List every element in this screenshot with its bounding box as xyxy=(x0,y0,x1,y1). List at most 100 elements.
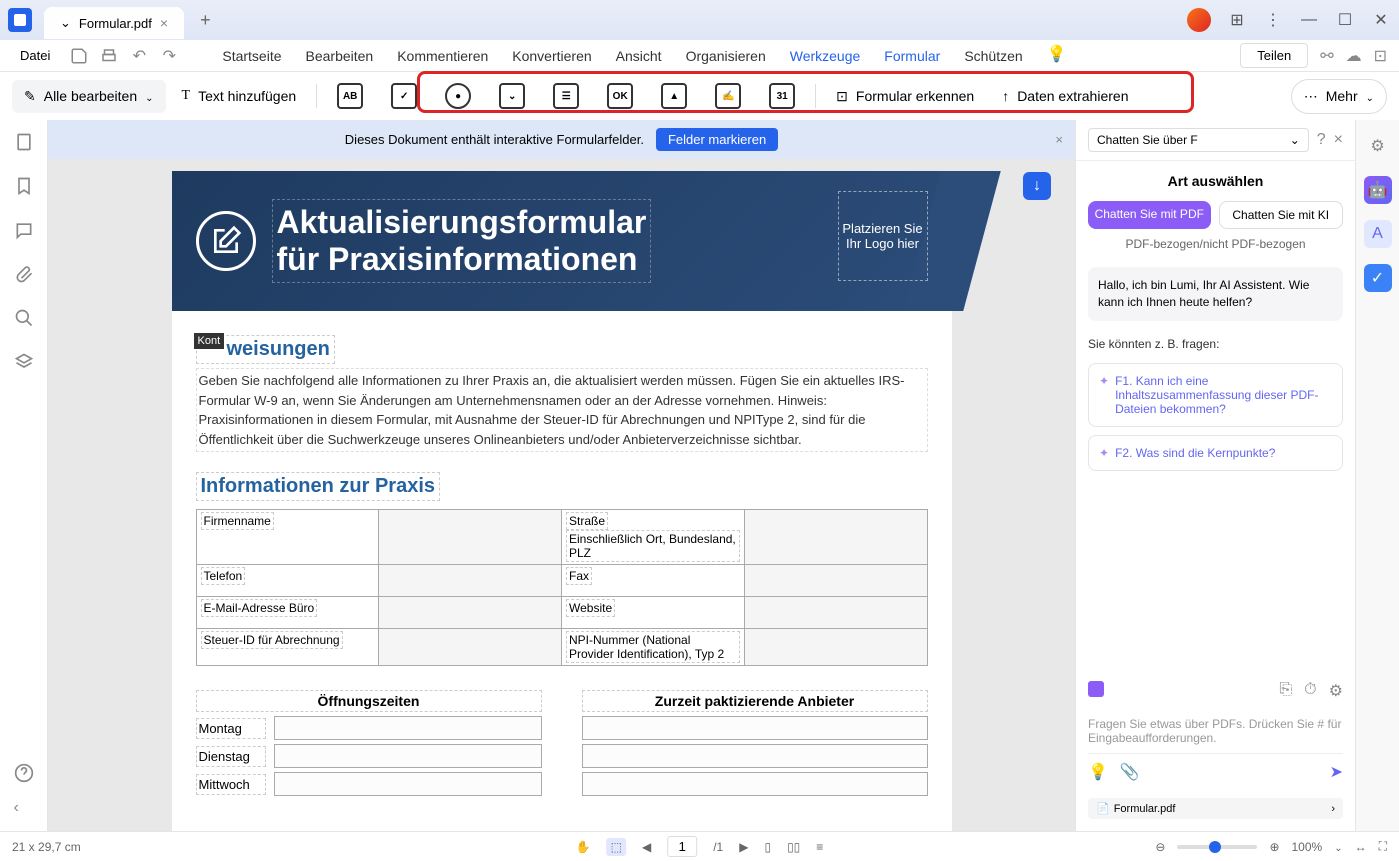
document-tab[interactable]: ⌄ Formular.pdf × xyxy=(44,7,184,39)
save-icon[interactable] xyxy=(70,47,88,65)
attach-icon[interactable]: 📎 xyxy=(1120,762,1140,782)
checkbox-tool[interactable]: ✓ xyxy=(379,75,429,117)
dropdown-tool[interactable]: ⌄ xyxy=(487,75,537,117)
input-tuesday[interactable] xyxy=(274,744,542,768)
input-taxid[interactable] xyxy=(379,629,562,666)
input-website[interactable] xyxy=(744,597,927,629)
tab-werkzeuge[interactable]: Werkzeuge xyxy=(790,44,861,68)
edit-all-button[interactable]: ✎ Alle bearbeiten xyxy=(12,80,166,113)
extract-data-button[interactable]: ↑ Daten extrahieren xyxy=(990,80,1140,112)
zoom-out-icon[interactable]: ⊖ xyxy=(1155,840,1165,854)
panel-close-icon[interactable]: × xyxy=(1334,131,1343,149)
view-continuous-icon[interactable]: ≡ xyxy=(816,840,823,854)
tab-startseite[interactable]: Startseite xyxy=(222,44,281,68)
share-button[interactable]: Teilen xyxy=(1240,43,1308,68)
tab-konvertieren[interactable]: Konvertieren xyxy=(512,44,591,68)
footer-icon-1[interactable] xyxy=(1088,681,1104,697)
expand-icon[interactable]: ⊡ xyxy=(1374,46,1387,66)
collapse-icon[interactable]: ‹ xyxy=(14,799,34,819)
zoom-in-icon[interactable]: ⊕ xyxy=(1269,840,1279,854)
ai-robot-icon[interactable]: 🤖 xyxy=(1364,176,1392,204)
tab-schuetzen[interactable]: Schützen xyxy=(964,44,1022,68)
suggestion-2[interactable]: F2. Was sind die Kernpunkte? xyxy=(1088,435,1343,471)
bookmarks-icon[interactable] xyxy=(14,176,34,196)
settings-icon[interactable]: ⚙ xyxy=(1329,681,1343,701)
suggestion-1[interactable]: F1. Kann ich eine Inhaltszusammenfassung… xyxy=(1088,363,1343,427)
cloud-icon[interactable]: ☁ xyxy=(1346,46,1362,66)
minimize-icon[interactable]: — xyxy=(1299,10,1319,30)
mark-fields-button[interactable]: Felder markieren xyxy=(656,128,778,151)
radio-tool[interactable]: ● xyxy=(433,75,483,117)
panel-toggle-icon[interactable]: ⊞ xyxy=(1227,10,1247,30)
maximize-icon[interactable]: ☐ xyxy=(1335,10,1355,30)
info-close-icon[interactable]: × xyxy=(1055,132,1063,147)
input-provider-1[interactable] xyxy=(582,716,928,740)
more-button[interactable]: ⋯ Mehr xyxy=(1291,79,1387,114)
redo-icon[interactable]: ↷ xyxy=(160,47,178,65)
close-icon[interactable]: ✕ xyxy=(1371,10,1391,30)
view-single-icon[interactable]: ▯ xyxy=(764,840,771,854)
history-icon[interactable]: ⏱ xyxy=(1304,681,1316,701)
tab-formular[interactable]: Formular xyxy=(884,44,940,68)
fit-width-icon[interactable]: ↔ xyxy=(1355,840,1367,854)
tab-ansicht[interactable]: Ansicht xyxy=(616,44,662,68)
next-page-icon[interactable]: ▶ xyxy=(739,840,748,854)
attachments-icon[interactable] xyxy=(14,264,34,284)
chat-with-pdf-tab[interactable]: Chatten Sie mit PDF xyxy=(1088,201,1211,229)
lightbulb-icon[interactable]: 💡 xyxy=(1047,44,1067,68)
add-text-button[interactable]: T Text hinzufügen xyxy=(170,80,309,112)
chat-input[interactable]: Fragen Sie etwas über PDFs. Drücken Sie … xyxy=(1088,709,1343,753)
user-avatar[interactable] xyxy=(1187,8,1211,32)
view-double-icon[interactable]: ▯▯ xyxy=(787,840,800,854)
layers-icon[interactable] xyxy=(14,352,34,372)
comments-icon[interactable] xyxy=(14,220,34,240)
input-npi[interactable] xyxy=(744,629,927,666)
tab-close-icon[interactable]: × xyxy=(160,15,168,31)
signature-tool[interactable]: ✍ xyxy=(703,75,753,117)
input-monday[interactable] xyxy=(274,716,542,740)
zoom-dropdown-icon[interactable] xyxy=(1334,840,1342,854)
attached-file-tag[interactable]: 📄 Formular.pdf › xyxy=(1088,798,1343,819)
button-tool[interactable]: OK xyxy=(595,75,645,117)
input-provider-2[interactable] xyxy=(582,744,928,768)
search-icon[interactable] xyxy=(14,308,34,328)
tab-kommentieren[interactable]: Kommentieren xyxy=(397,44,488,68)
print-icon[interactable] xyxy=(100,47,118,65)
help-icon[interactable]: ? xyxy=(1317,131,1326,149)
check-icon[interactable]: ✓ xyxy=(1364,264,1392,292)
sliders-icon[interactable]: ⚙ xyxy=(1364,132,1392,160)
recognize-form-button[interactable]: ⊡ Formular erkennen xyxy=(824,80,986,113)
textfield-tool[interactable]: AB xyxy=(325,75,375,117)
image-tool[interactable]: ▲ xyxy=(649,75,699,117)
input-fax[interactable] xyxy=(744,565,927,597)
input-email[interactable] xyxy=(379,597,562,629)
translate-icon[interactable]: A xyxy=(1364,220,1392,248)
date-tool[interactable]: 31 xyxy=(757,75,807,117)
logo-placeholder[interactable]: Platzieren Sie Ihr Logo hier xyxy=(838,191,928,281)
copy-icon[interactable]: ⎘ xyxy=(1279,681,1292,701)
new-tab-button[interactable]: + xyxy=(192,10,219,31)
input-street[interactable] xyxy=(744,510,927,565)
input-company[interactable] xyxy=(379,510,562,565)
page-number-input[interactable] xyxy=(667,836,697,857)
app-logo-icon[interactable] xyxy=(8,8,32,32)
prev-page-icon[interactable]: ◀ xyxy=(642,840,651,854)
input-wednesday[interactable] xyxy=(274,772,542,796)
tab-bearbeiten[interactable]: Bearbeiten xyxy=(306,44,374,68)
thumbnails-icon[interactable] xyxy=(14,132,34,152)
chat-with-ai-tab[interactable]: Chatten Sie mit KI xyxy=(1219,201,1344,229)
help-icon[interactable] xyxy=(14,763,34,783)
collaborate-icon[interactable]: ⚯ xyxy=(1320,46,1333,66)
lightbulb-icon[interactable]: 💡 xyxy=(1088,762,1108,782)
chat-scope-dropdown[interactable]: Chatten Sie über F⌄ xyxy=(1088,128,1309,152)
tab-organisieren[interactable]: Organisieren xyxy=(686,44,766,68)
undo-icon[interactable]: ↶ xyxy=(130,47,148,65)
download-button[interactable]: ↓ xyxy=(1023,172,1051,200)
menu-dots-icon[interactable]: ⋮ xyxy=(1263,10,1283,30)
input-provider-3[interactable] xyxy=(582,772,928,796)
fullscreen-icon[interactable]: ⛶ xyxy=(1379,839,1387,854)
file-menu[interactable]: Datei xyxy=(12,44,58,67)
hand-tool-icon[interactable]: ✋ xyxy=(576,840,591,854)
listbox-tool[interactable]: ☰ xyxy=(541,75,591,117)
zoom-slider[interactable] xyxy=(1177,845,1257,849)
